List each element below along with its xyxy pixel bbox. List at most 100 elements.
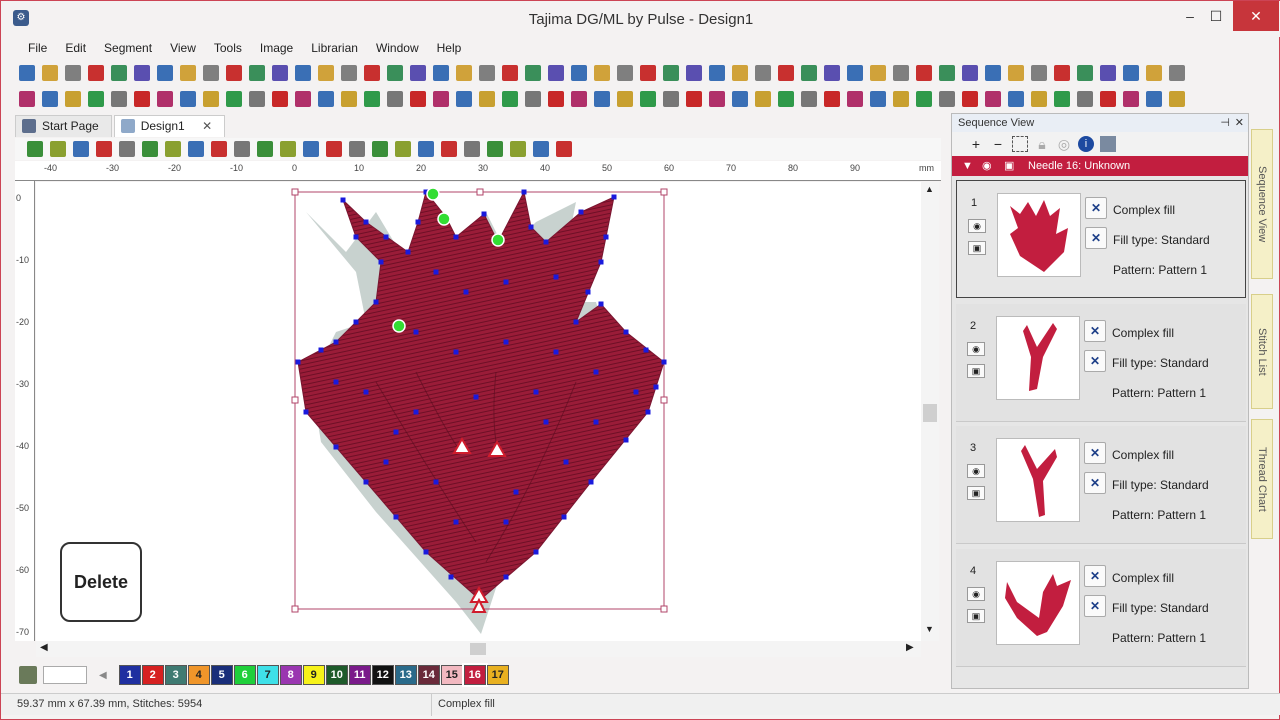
control-point[interactable] — [553, 349, 559, 355]
collapse-icon[interactable]: ▼ — [962, 156, 973, 176]
segment-properties-icon[interactable]: ✕ — [1084, 320, 1106, 342]
toolbar-tool-icon[interactable] — [939, 65, 955, 81]
toolbar-tool-icon[interactable] — [732, 65, 748, 81]
segment-thumbnail[interactable] — [996, 561, 1080, 645]
control-point[interactable] — [503, 279, 509, 285]
scroll-up-icon[interactable]: ▲ — [925, 184, 934, 194]
control-point[interactable] — [318, 347, 324, 353]
toolbar-tool-icon[interactable] — [341, 65, 357, 81]
control-point[interactable] — [393, 429, 399, 435]
control-point[interactable] — [363, 479, 369, 485]
menu-help[interactable]: Help — [428, 39, 471, 57]
control-point[interactable] — [333, 379, 339, 385]
toolbar-tool-icon[interactable] — [65, 91, 81, 107]
control-point[interactable] — [598, 259, 604, 265]
thread-swatch-8[interactable]: 8 — [279, 665, 302, 685]
toolbar-tool-icon[interactable] — [709, 65, 725, 81]
toolbar-tool-icon[interactable] — [73, 141, 89, 157]
toolbar-tool-icon[interactable] — [42, 91, 58, 107]
toolbar-tool-icon[interactable] — [778, 65, 794, 81]
control-point[interactable] — [593, 369, 599, 375]
eye-icon[interactable]: ◉ — [982, 156, 992, 176]
control-point[interactable] — [521, 189, 527, 195]
control-point[interactable] — [561, 514, 567, 520]
control-point[interactable] — [533, 389, 539, 395]
toolbar-tool-icon[interactable] — [226, 91, 242, 107]
control-point[interactable] — [528, 224, 534, 230]
color-selector-box[interactable] — [43, 666, 87, 684]
toolbar-tool-icon[interactable] — [203, 91, 219, 107]
control-point[interactable] — [533, 549, 539, 555]
toolbar-tool-icon[interactable] — [594, 91, 610, 107]
toolbar-tool-icon[interactable] — [249, 91, 265, 107]
thread-swatch-13[interactable]: 13 — [394, 665, 417, 685]
thread-swatch-12[interactable]: 12 — [371, 665, 394, 685]
side-tab-thread-chart[interactable]: Thread Chart — [1251, 419, 1273, 539]
vertical-scroll-thumb[interactable] — [923, 404, 937, 422]
toolbar-tool-icon[interactable] — [548, 65, 564, 81]
scroll-left-icon[interactable]: ◀ — [40, 642, 48, 653]
segment-properties-icon[interactable]: ✕ — [1085, 197, 1107, 219]
toolbar-tool-icon[interactable] — [88, 91, 104, 107]
toolbar-tool-icon[interactable] — [686, 91, 702, 107]
toolbar-tool-icon[interactable] — [157, 91, 173, 107]
control-point[interactable] — [353, 234, 359, 240]
toolbar-tool-icon[interactable] — [165, 141, 181, 157]
toolbar-tool-icon[interactable] — [364, 65, 380, 81]
control-point[interactable] — [473, 394, 479, 400]
toolbar-tool-icon[interactable] — [962, 91, 978, 107]
toolbar-tool-icon[interactable] — [387, 91, 403, 107]
toolbar-tool-icon[interactable] — [111, 65, 127, 81]
control-point[interactable] — [413, 329, 419, 335]
sequence-item[interactable]: 4 ◉ ▣ ✕ Complex fill ✕ Fill type: Standard Patt… — [956, 549, 1246, 667]
toolbar-tool-icon[interactable] — [617, 91, 633, 107]
lock-icon[interactable]: 🔒︎ — [1034, 136, 1050, 152]
toolbar-tool-icon[interactable] — [180, 65, 196, 81]
toolbar-tool-icon[interactable] — [341, 91, 357, 107]
toolbar-tool-icon[interactable] — [364, 91, 380, 107]
lock-icon[interactable]: ▣ — [967, 609, 985, 623]
eye-icon[interactable]: ◉ — [967, 464, 985, 478]
toolbar-tool-icon[interactable] — [1031, 65, 1047, 81]
thread-swatch-6[interactable]: 6 — [233, 665, 256, 685]
sequence-item[interactable]: 3 ◉ ▣ ✕ Complex fill ✕ Fill type: Standard Patt… — [956, 426, 1246, 544]
control-point[interactable] — [453, 234, 459, 240]
control-point[interactable] — [353, 319, 359, 325]
toolbar-tool-icon[interactable] — [556, 141, 572, 157]
toolbar-tool-icon[interactable] — [65, 65, 81, 81]
toolbar-tool-icon[interactable] — [824, 91, 840, 107]
control-point[interactable] — [588, 479, 594, 485]
segment-thumbnail[interactable] — [997, 193, 1081, 277]
toolbar-tool-icon[interactable] — [479, 65, 495, 81]
control-point[interactable] — [643, 347, 649, 353]
control-point[interactable] — [593, 419, 599, 425]
thread-swatch-7[interactable]: 7 — [256, 665, 279, 685]
toolbar-tool-icon[interactable] — [280, 141, 296, 157]
toolbar-tool-icon[interactable] — [755, 91, 771, 107]
toolbar-tool-icon[interactable] — [1146, 65, 1162, 81]
fill-properties-icon[interactable]: ✕ — [1085, 227, 1107, 249]
control-point[interactable] — [573, 319, 579, 325]
toolbar-tool-icon[interactable] — [19, 91, 35, 107]
toolbar-tool-icon[interactable] — [1008, 65, 1024, 81]
thread-swatch-17[interactable]: 17 — [486, 665, 509, 685]
toolbar-tool-icon[interactable] — [372, 141, 388, 157]
thread-swatch-14[interactable]: 14 — [417, 665, 440, 685]
segment-thumbnail[interactable] — [996, 438, 1080, 522]
toolbar-tool-icon[interactable] — [456, 65, 472, 81]
close-button[interactable]: ✕ — [1233, 1, 1279, 31]
toolbar-tool-icon[interactable] — [916, 91, 932, 107]
control-point[interactable] — [433, 269, 439, 275]
toolbar-tool-icon[interactable] — [985, 65, 1001, 81]
toolbar-tool-icon[interactable] — [801, 91, 817, 107]
control-point[interactable] — [585, 289, 591, 295]
menu-image[interactable]: Image — [251, 39, 302, 57]
tab-design1[interactable]: Design1 ✕ — [113, 115, 226, 137]
thread-swatch-5[interactable]: 5 — [210, 665, 233, 685]
side-tab-stitch-list[interactable]: Stitch List — [1251, 294, 1273, 409]
control-point[interactable] — [393, 514, 399, 520]
control-point[interactable] — [633, 389, 639, 395]
toolbar-tool-icon[interactable] — [387, 65, 403, 81]
toolbar-tool-icon[interactable] — [1123, 91, 1139, 107]
toolbar-tool-icon[interactable] — [272, 91, 288, 107]
